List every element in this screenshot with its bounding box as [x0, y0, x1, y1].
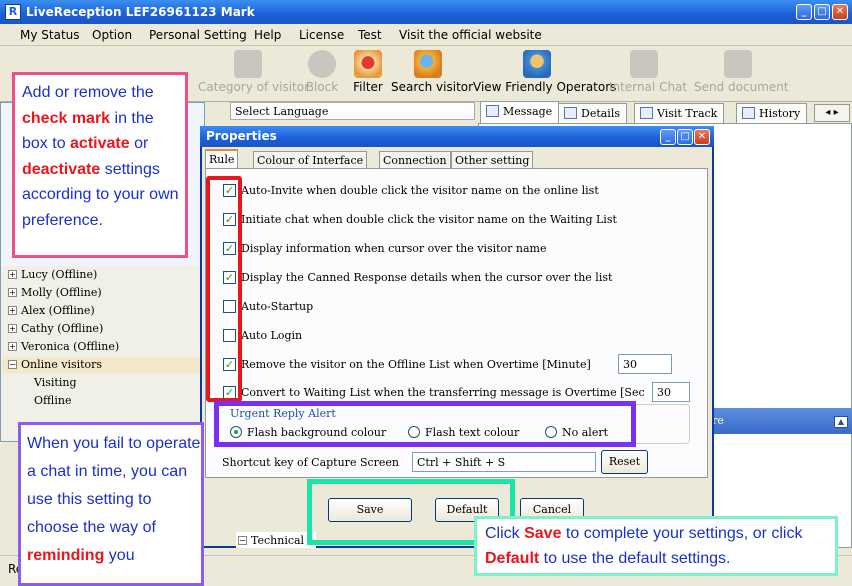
internal-chat-icon [630, 50, 658, 78]
auto-login-checkbox[interactable] [223, 329, 236, 342]
app-icon: R [5, 4, 21, 20]
tab-history[interactable]: History [736, 103, 808, 123]
tree-item-veronica[interactable]: + Veronica (Offline) [8, 340, 119, 353]
remove-offline-label: Remove the visitor on the Offline List w… [241, 358, 591, 371]
maximize-button[interactable]: □ [814, 4, 830, 20]
no-alert-label: No alert [562, 426, 609, 439]
auto-login-label: Auto Login [241, 329, 303, 342]
auto-invite-checkbox[interactable]: ✓ [223, 184, 236, 197]
menu-option[interactable]: Option [92, 28, 132, 42]
tab-connection[interactable]: Connection [379, 151, 451, 168]
menu-my-status[interactable]: My Status [20, 28, 80, 42]
canned-response-checkbox[interactable]: ✓ [223, 271, 236, 284]
close-button[interactable]: ✕ [832, 4, 848, 20]
shortcut-input[interactable]: Ctrl + Shift + S [412, 452, 596, 472]
initiate-chat-checkbox[interactable]: ✓ [223, 213, 236, 226]
checkmark-instruction-note: Add or remove the check mark in the box … [22, 84, 179, 229]
flash-text-radio[interactable] [408, 426, 420, 438]
auto-startup-label: Auto-Startup [241, 300, 314, 313]
flash-background-label: Flash background colour [247, 426, 387, 439]
display-info-checkbox[interactable]: ✓ [223, 242, 236, 255]
remove-offline-checkbox[interactable]: ✓ [223, 358, 236, 371]
tree-item-offline[interactable]: Offline [34, 394, 71, 407]
tree-item-molly[interactable]: + Molly (Offline) [8, 286, 102, 299]
tab-message[interactable]: Message [480, 101, 560, 123]
auto-invite-label: Auto-Invite when double click the visito… [241, 184, 599, 197]
display-info-label: Display information when cursor over the… [241, 242, 547, 255]
default-button[interactable]: Default [435, 498, 499, 522]
send-document-icon [724, 50, 752, 78]
auto-startup-checkbox[interactable] [223, 300, 236, 313]
save-instruction-note: Click Save to complete your settings, or… [485, 525, 803, 567]
search-visitor-button[interactable]: Search visitor [391, 50, 473, 94]
shortcut-label: Shortcut key of Capture Screen [222, 456, 400, 469]
block-icon [308, 50, 336, 78]
title-bar: R LiveReception LEF26961123 Mark _ □ ✕ [0, 0, 852, 24]
flash-background-radio[interactable] [230, 426, 242, 438]
save-button[interactable]: Save [328, 498, 412, 522]
convert-waiting-checkbox[interactable]: ✓ [223, 386, 236, 399]
transfer-overtime-input[interactable]: 30 [652, 382, 690, 402]
category-icon [234, 50, 262, 78]
canned-response-label: Display the Canned Response details when… [241, 271, 613, 284]
dialog-minimize-button[interactable]: _ [660, 129, 676, 145]
tree-item-online-visitors[interactable]: − Online visitors [8, 358, 102, 371]
dialog-title-bar: Properties _ □ ✕ [200, 126, 714, 147]
menu-license[interactable]: License [299, 28, 344, 42]
operators-icon [523, 50, 551, 78]
category-of-visitor-button[interactable]: Category of visitor [198, 50, 309, 94]
tab-rule[interactable]: Rule [205, 149, 239, 168]
tab-details[interactable]: Details [558, 103, 627, 123]
dialog-maximize-button[interactable]: □ [677, 129, 693, 145]
select-language-field[interactable]: Select Language [230, 102, 475, 120]
menu-visit-website[interactable]: Visit the official website [399, 28, 542, 42]
message-icon [486, 105, 499, 117]
history-icon [742, 107, 755, 119]
dialog-title: Properties [206, 129, 277, 143]
window-title: LiveReception LEF26961123 Mark [26, 5, 255, 19]
flash-text-label: Flash text colour [425, 426, 520, 439]
send-document-button[interactable]: Send document [694, 50, 789, 94]
no-alert-radio[interactable] [545, 426, 557, 438]
tab-visit-track[interactable]: Visit Track [634, 103, 725, 123]
urgent-reply-alert-legend: Urgent Reply Alert [228, 407, 338, 420]
menu-help[interactable]: Help [254, 28, 281, 42]
tree-item-lucy[interactable]: + Lucy (Offline) [8, 268, 97, 281]
internal-chat-button[interactable]: Internal Chat [609, 50, 687, 94]
tab-colour-of-interface[interactable]: Colour of Interface [253, 151, 368, 168]
status-text: Re [8, 562, 24, 576]
menu-personal-setting[interactable]: Personal Setting [149, 28, 247, 42]
tree-item-visiting[interactable]: Visiting [34, 376, 77, 389]
initiate-chat-label: Initiate chat when double click the visi… [241, 213, 617, 226]
filter-icon [354, 50, 382, 78]
cancel-button[interactable]: Cancel [520, 498, 584, 522]
visit-track-icon [640, 107, 653, 119]
convert-waiting-label: Convert to Waiting List when the transfe… [241, 386, 645, 399]
details-icon [564, 107, 577, 119]
block-button[interactable]: Block [304, 50, 340, 94]
tree-item-alex[interactable]: + Alex (Offline) [8, 304, 95, 317]
lower-pane-header: re ▲ [698, 408, 852, 434]
reset-button[interactable]: Reset [601, 450, 648, 474]
search-visitor-icon [414, 50, 442, 78]
offline-overtime-input[interactable]: 30 [618, 354, 672, 374]
menu-bar: My Status Option Personal Setting Help L… [0, 24, 852, 46]
view-friendly-operators-button[interactable]: View Friendly Operators [473, 50, 616, 94]
filter-button[interactable]: Filter [352, 50, 384, 94]
menu-test[interactable]: Test [358, 28, 382, 42]
tab-other-setting[interactable]: Other setting [451, 151, 534, 168]
tree-item-technical[interactable]: − Technical [238, 534, 304, 547]
minimize-button[interactable]: _ [796, 4, 812, 20]
collapse-icon[interactable]: ▲ [834, 416, 848, 428]
dialog-close-button[interactable]: ✕ [694, 129, 710, 145]
tab-scroll-arrows[interactable]: ◂ ▸ [814, 104, 850, 122]
alert-instruction-note: When you fail to operate a chat in time,… [27, 435, 201, 564]
tree-item-cathy[interactable]: + Cathy (Offline) [8, 322, 103, 335]
